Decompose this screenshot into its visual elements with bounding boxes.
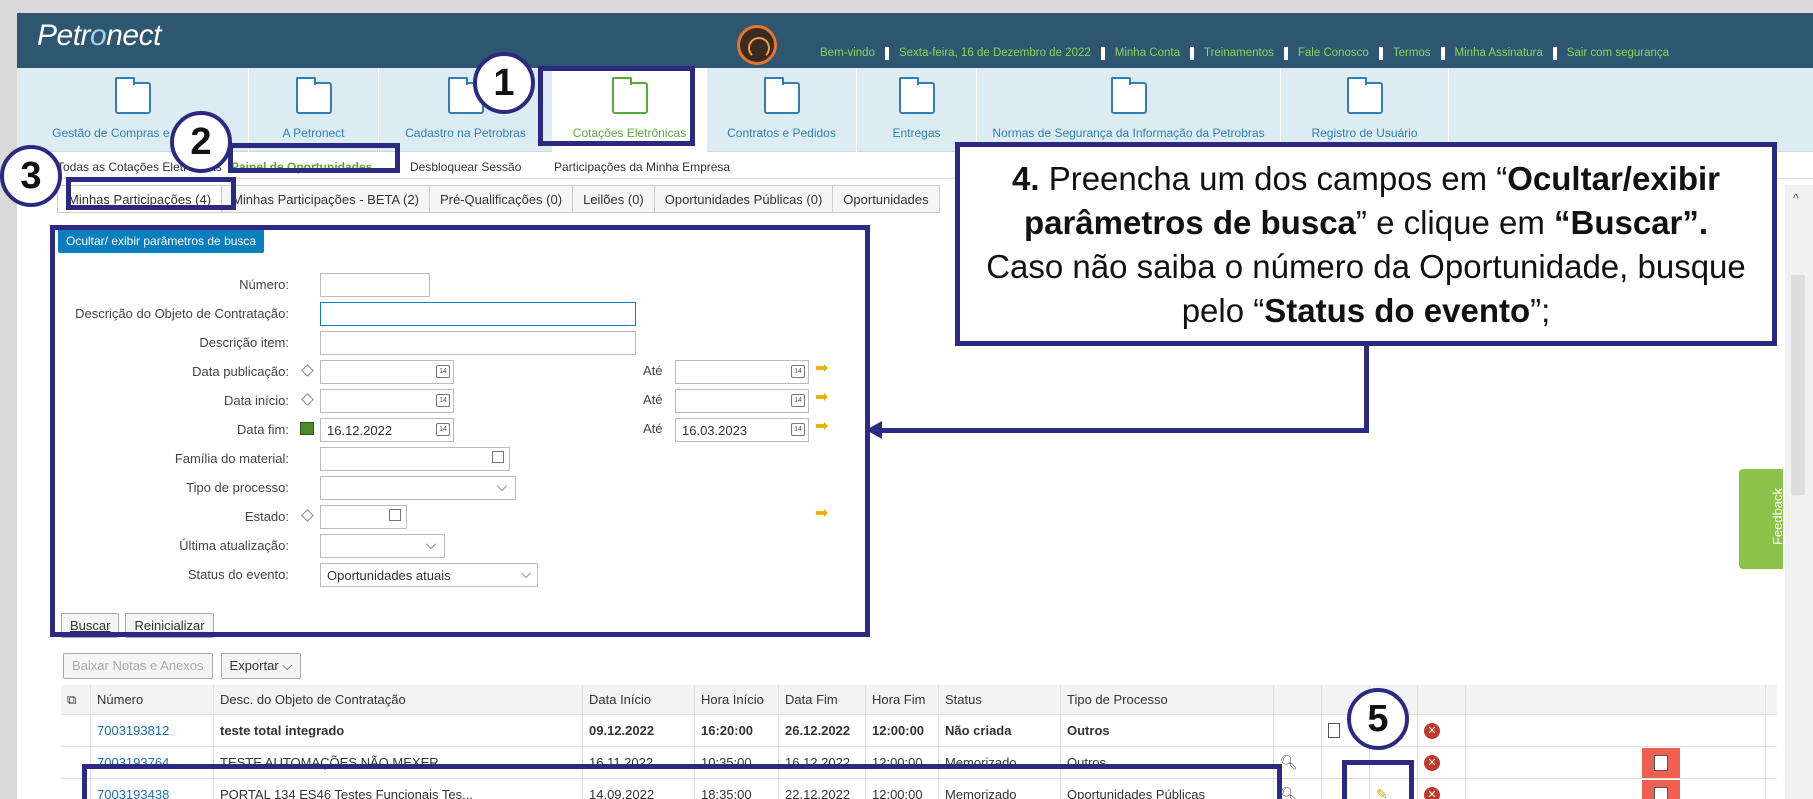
subnav-participacoes[interactable]: Participações da Minha Empresa (554, 160, 730, 174)
magnifier-icon[interactable]: 🔍︎ (1280, 786, 1298, 799)
link-sair[interactable]: Sair com segurança (1559, 47, 1677, 60)
cancel-icon[interactable]: ✕ (1424, 786, 1440, 799)
instruction-callout: 4. Preencha um dos campos em “Ocultar/ex… (955, 142, 1777, 346)
annotation-box-painel (228, 143, 400, 173)
nav-a-petronect[interactable]: A Petronect (249, 68, 379, 152)
folder-icon (763, 77, 800, 114)
annotation-number-3: 3 (0, 145, 62, 207)
connector-line (880, 428, 1369, 433)
column-settings-icon[interactable]: ⧉ (61, 685, 91, 714)
nav-normas[interactable]: Normas de Segurança da Informação da Pet… (977, 68, 1281, 152)
nav-entregas[interactable]: Entregas (857, 68, 977, 152)
petronect-logo[interactable]: Petronect (37, 19, 161, 53)
link-minha-conta[interactable]: Minha Conta (1107, 47, 1188, 60)
tab-oportunidades[interactable]: Oportunidades (833, 185, 940, 213)
welcome-text: Bem-vindo (820, 47, 875, 59)
folder-icon (1110, 77, 1147, 114)
cancel-icon[interactable]: ✕ (1424, 722, 1440, 739)
cancel-icon[interactable]: ✕ (1424, 754, 1440, 771)
folder-icon (1346, 77, 1383, 114)
annotation-number-2: 2 (170, 111, 232, 173)
link-minha-assinatura[interactable]: Minha Assinatura (1447, 47, 1551, 60)
link-fale-conosco[interactable]: Fale Conosco (1290, 47, 1377, 60)
annotation-box-row (82, 764, 1282, 799)
magnifier-icon[interactable]: 🔍︎ (1280, 754, 1298, 771)
tab-pre-qualificacoes[interactable]: Pré-Qualificações (0) (429, 185, 574, 213)
folder-icon (898, 77, 935, 114)
annotation-box-search-form (50, 225, 870, 637)
top-bar: Petronect Bem-vindo Sexta-feira, 16 de D… (17, 13, 1813, 68)
tab-leiloes[interactable]: Leilões (0) (573, 185, 655, 213)
annotation-box-minhas-participacoes (66, 177, 236, 210)
scroll-thumb[interactable] (1791, 275, 1805, 495)
main-nav: Gestão de Compras e Vendas A Petronect C… (17, 68, 1813, 152)
feedback-tab[interactable]: Feedback (1739, 469, 1785, 569)
folder-icon (295, 77, 332, 114)
annotation-box-cotacoes (538, 66, 695, 146)
row-number-link[interactable]: 7003193812 (91, 715, 214, 746)
annotation-number-5: 5 (1347, 688, 1409, 750)
link-treinamentos[interactable]: Treinamentos (1196, 47, 1282, 60)
tab-oportunidades-publicas[interactable]: Oportunidades Públicas (0) (654, 185, 834, 213)
connector-line (1364, 344, 1369, 432)
speedometer-icon (737, 25, 777, 65)
nav-contratos[interactable]: Contratos e Pedidos (707, 68, 857, 152)
table-row[interactable]: 7003193812 teste total integrado 09.12.2… (61, 715, 1777, 747)
baixar-notas-button[interactable]: Baixar Notas e Anexos (63, 653, 213, 679)
annotation-number-1: 1 (473, 52, 535, 114)
annotation-box-edit (1342, 760, 1414, 799)
link-termos[interactable]: Termos (1385, 47, 1439, 60)
pdf-doc-icon[interactable] (1642, 747, 1680, 778)
document-icon[interactable] (1328, 723, 1340, 738)
subnav-desbloquear[interactable]: Desbloquear Sessão (410, 160, 521, 174)
top-links: Bem-vindo Sexta-feira, 16 de Dezembro de… (812, 47, 1677, 60)
folder-icon (114, 77, 151, 114)
connector-arrowhead-icon (866, 421, 882, 439)
exportar-button[interactable]: Exportar ⌵ (220, 653, 302, 679)
date-text: Sexta-feira, 16 de Dezembro de 2022 (898, 47, 1091, 59)
nav-registro[interactable]: Registro de Usuário (1281, 68, 1449, 152)
tab-beta[interactable]: Minhas Participações - BETA (2) (222, 185, 430, 213)
vertical-scrollbar[interactable]: ^ (1785, 185, 1813, 799)
pdf-doc-icon[interactable] (1642, 779, 1680, 799)
table-header: ⧉ Número Desc. do Objeto de Contratação … (61, 685, 1777, 715)
scroll-up-icon[interactable]: ^ (1793, 191, 1799, 205)
